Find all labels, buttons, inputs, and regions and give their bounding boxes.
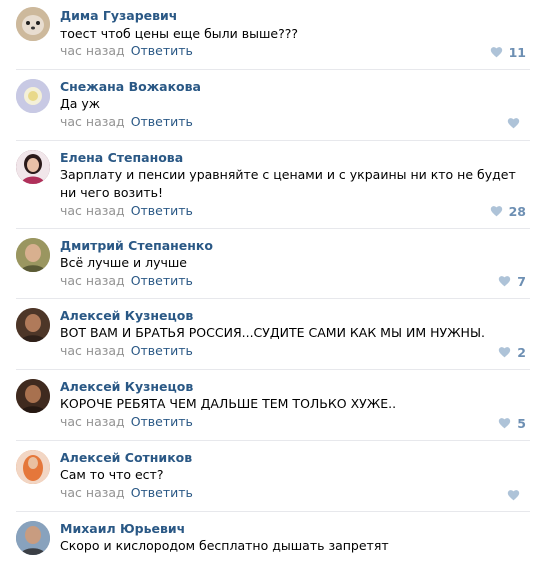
comment-meta: час назад Ответить [60, 343, 193, 358]
reply-link[interactable]: Ответить [131, 114, 193, 129]
comment-time[interactable]: час назад [60, 203, 125, 218]
like-button[interactable] [507, 116, 526, 130]
comment-meta: час назад Ответить [60, 43, 193, 58]
comment-meta: час назад Ответить [60, 485, 193, 500]
comment-text: Да уж [60, 96, 101, 111]
divider [16, 440, 530, 441]
comment-meta: час назад Ответить [60, 414, 193, 429]
avatar[interactable] [16, 150, 50, 184]
comment-author[interactable]: Алексей Сотников [60, 450, 192, 465]
comment-author[interactable]: Елена Степанова [60, 150, 183, 165]
reply-link[interactable]: Ответить [131, 273, 193, 288]
heart-icon [490, 205, 503, 217]
comment-time[interactable]: час назад [60, 43, 125, 58]
avatar[interactable] [16, 238, 50, 272]
like-button[interactable]: 28 [490, 203, 526, 219]
comment-meta: час назад Ответить [60, 114, 193, 129]
comment-text: Сам то что ест? [60, 467, 164, 482]
avatar[interactable] [16, 7, 50, 41]
comment-author[interactable]: Дима Гузаревич [60, 8, 177, 23]
like-button[interactable]: 5 [498, 415, 526, 431]
comments-list: Дима Гузаревич тоест чтоб цены еще были … [0, 0, 546, 567]
comment-time[interactable]: час назад [60, 485, 125, 500]
reply-link[interactable]: Ответить [131, 43, 193, 58]
avatar[interactable] [16, 79, 50, 113]
like-count: 28 [508, 203, 526, 219]
heart-icon [498, 346, 511, 358]
comment-time[interactable]: час назад [60, 343, 125, 358]
comment-text: Зарплату и пенсии уравняйте с ценами и с… [60, 167, 516, 200]
heart-icon [498, 417, 511, 429]
like-count: 11 [508, 44, 526, 60]
like-button[interactable] [507, 488, 526, 502]
reply-link[interactable]: Ответить [131, 203, 193, 218]
like-button[interactable]: 11 [490, 44, 526, 60]
reply-link[interactable]: Ответить [131, 343, 193, 358]
comment-text: Скоро и кислородом бесплатно дышать запр… [60, 538, 389, 553]
reply-link[interactable]: Ответить [131, 414, 193, 429]
like-count: 7 [517, 273, 526, 289]
avatar[interactable] [16, 379, 50, 413]
comment-author[interactable]: Снежана Вожакова [60, 79, 201, 94]
divider [16, 298, 530, 299]
comment-text: КОРОЧЕ РЕБЯТА ЧЕМ ДАЛЬШЕ ТЕМ ТОЛЬКО ХУЖЕ… [60, 396, 397, 411]
avatar[interactable] [16, 450, 50, 484]
comment-author[interactable]: Алексей Кузнецов [60, 379, 193, 394]
reply-link[interactable]: Ответить [131, 485, 193, 500]
comment-time[interactable]: час назад [60, 114, 125, 129]
divider [16, 228, 530, 229]
comment-author[interactable]: Дмитрий Степаненко [60, 238, 213, 253]
comment-time[interactable]: час назад [60, 273, 125, 288]
comment-author[interactable]: Михаил Юрьевич [60, 521, 185, 536]
comment-text: ВОТ ВАМ И БРАТЬЯ РОССИЯ...СУДИТЕ САМИ КА… [60, 325, 485, 340]
comment-author[interactable]: Алексей Кузнецов [60, 308, 193, 323]
like-count: 2 [517, 344, 526, 360]
heart-icon [507, 489, 520, 501]
comment-text: Всё лучше и лучше [60, 255, 187, 270]
divider [16, 511, 530, 512]
divider [16, 140, 530, 141]
comment-text: тоест чтоб цены еще были выше??? [60, 26, 299, 41]
comment-meta: час назад Ответить [60, 273, 193, 288]
like-count: 5 [517, 415, 526, 431]
heart-icon [507, 117, 520, 129]
divider [16, 69, 530, 70]
comment-meta: час назад Ответить [60, 203, 193, 218]
comment-time[interactable]: час назад [60, 414, 125, 429]
avatar[interactable] [16, 521, 50, 555]
heart-icon [498, 275, 511, 287]
like-button[interactable]: 7 [498, 273, 526, 289]
divider [16, 369, 530, 370]
heart-icon [490, 46, 503, 58]
like-button[interactable]: 2 [498, 344, 526, 360]
avatar[interactable] [16, 308, 50, 342]
